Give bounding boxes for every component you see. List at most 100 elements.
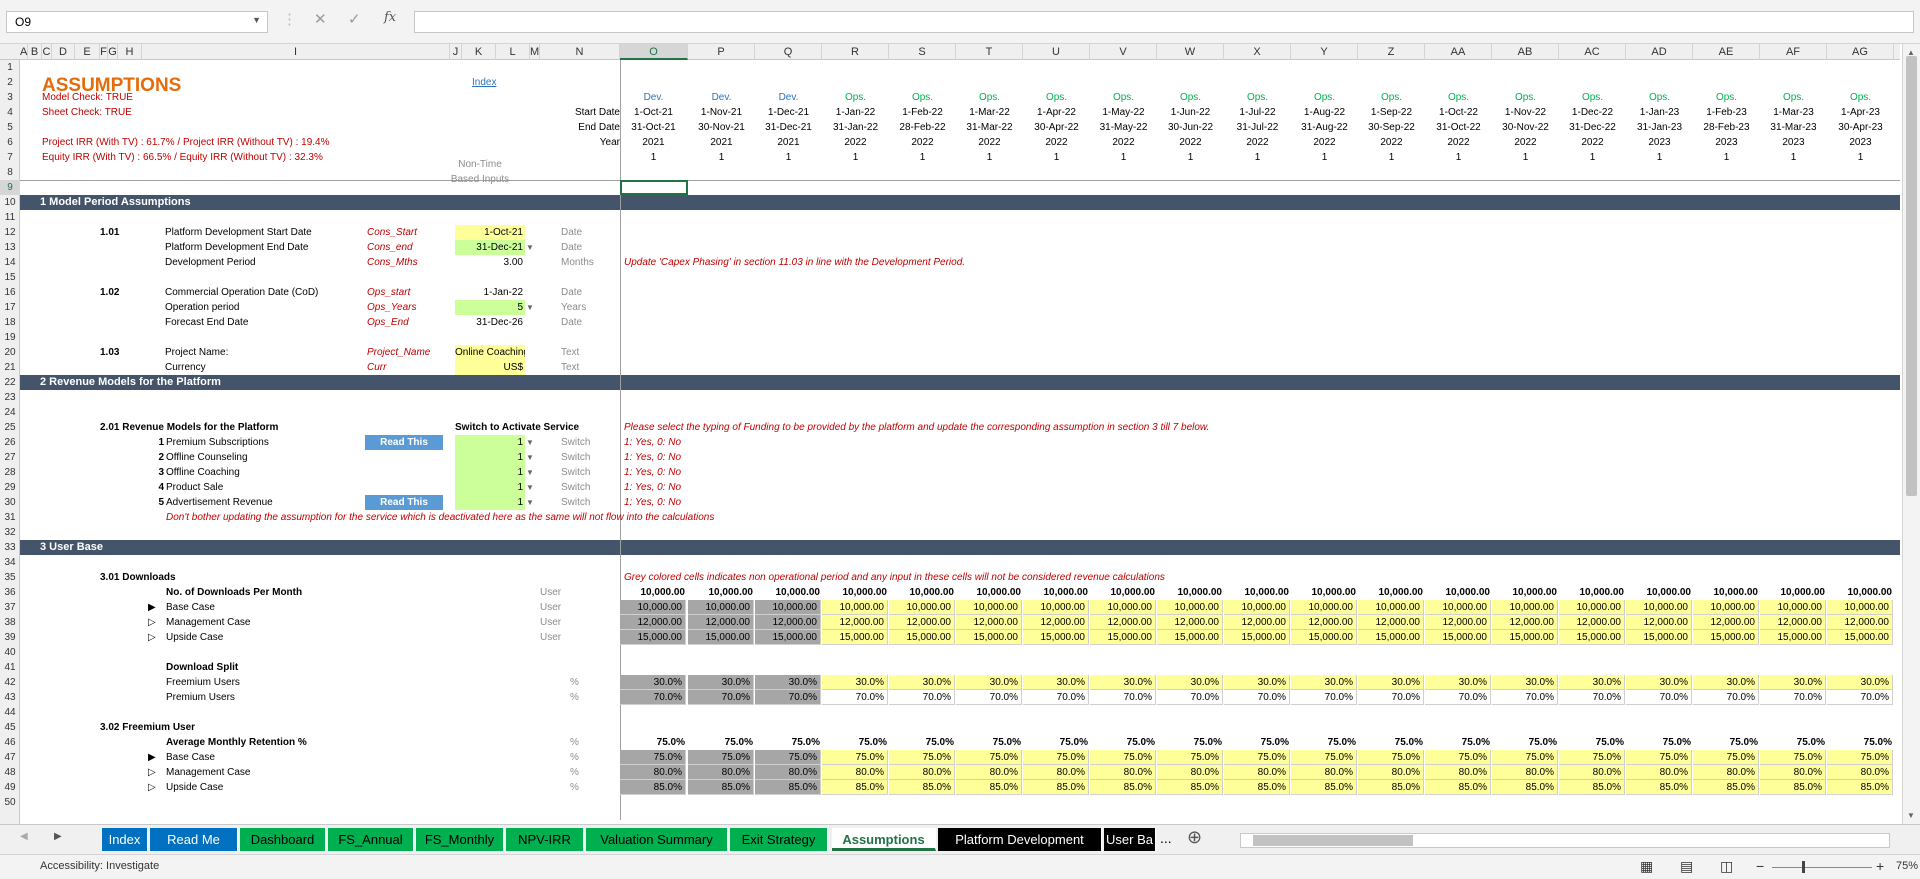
column-header[interactable]: V [1090, 44, 1157, 60]
case-input[interactable]: 10,000.00 [1827, 600, 1893, 615]
case-marker-icon[interactable]: ▶ [148, 600, 160, 615]
case-input[interactable]: 12,000.00 [1559, 615, 1625, 630]
retention-input[interactable]: 75.0% [620, 750, 686, 765]
row-header[interactable]: 40 [0, 645, 20, 660]
case-input[interactable]: 12,000.00 [822, 615, 888, 630]
retention-input[interactable]: 75.0% [822, 750, 888, 765]
retention-input[interactable]: 80.0% [1090, 765, 1156, 780]
row-header[interactable]: 48 [0, 765, 20, 780]
input-value[interactable]: 31-Dec-21 [455, 240, 525, 255]
column-header[interactable]: AA [1425, 44, 1492, 60]
retention-input[interactable]: 85.0% [1827, 780, 1893, 795]
case-input[interactable]: 10,000.00 [1358, 600, 1424, 615]
split-input[interactable]: 30.0% [620, 675, 686, 690]
retention-input[interactable]: 75.0% [1090, 750, 1156, 765]
dropdown-icon[interactable]: ▼ [526, 240, 536, 255]
sheet-tab[interactable]: Index [102, 828, 148, 851]
retention-input[interactable]: 75.0% [1425, 750, 1491, 765]
column-header[interactable]: X [1224, 44, 1291, 60]
row-header[interactable]: 12 [0, 225, 20, 240]
retention-input[interactable]: 85.0% [1693, 780, 1759, 795]
case-input[interactable]: 12,000.00 [1492, 615, 1558, 630]
case-input[interactable]: 15,000.00 [755, 630, 821, 645]
sheet-tab[interactable]: Read Me [150, 828, 238, 851]
input-value[interactable]: 1-Jan-22 [455, 285, 525, 300]
column-header[interactable]: B [28, 44, 42, 60]
active-cell[interactable] [620, 180, 688, 195]
row-header[interactable]: 9 [0, 180, 20, 195]
more-sheets[interactable]: ... [1160, 830, 1172, 846]
case-input[interactable]: 12,000.00 [1224, 615, 1290, 630]
retention-input[interactable]: 80.0% [1827, 765, 1893, 780]
retention-input[interactable]: 85.0% [1760, 780, 1826, 795]
row-header[interactable]: 29 [0, 480, 20, 495]
retention-input[interactable]: 75.0% [755, 750, 821, 765]
case-input[interactable]: 15,000.00 [1023, 630, 1089, 645]
switch-value[interactable]: 1 [455, 495, 525, 510]
case-input[interactable]: 15,000.00 [688, 630, 754, 645]
input-value[interactable]: 5 [455, 300, 525, 315]
case-input[interactable]: 12,000.00 [755, 615, 821, 630]
row-header[interactable]: 30 [0, 495, 20, 510]
retention-input[interactable]: 85.0% [1626, 780, 1692, 795]
column-header[interactable]: M [530, 44, 540, 60]
column-header[interactable]: C [42, 44, 52, 60]
retention-input[interactable]: 75.0% [956, 750, 1022, 765]
case-input[interactable]: 12,000.00 [1291, 615, 1357, 630]
row-header[interactable]: 23 [0, 390, 20, 405]
row-header[interactable]: 35 [0, 570, 20, 585]
case-input[interactable]: 12,000.00 [1827, 615, 1893, 630]
retention-input[interactable]: 85.0% [1559, 780, 1625, 795]
retention-input[interactable]: 75.0% [1827, 750, 1893, 765]
case-input[interactable]: 12,000.00 [889, 615, 955, 630]
row-header[interactable]: 6 [0, 135, 20, 150]
split-input[interactable]: 30.0% [1425, 675, 1491, 690]
retention-input[interactable]: 85.0% [956, 780, 1022, 795]
column-header[interactable]: G [108, 44, 118, 60]
prev-sheet-icon[interactable]: ◀ [20, 831, 28, 842]
case-input[interactable]: 15,000.00 [1760, 630, 1826, 645]
column-header[interactable]: U [1023, 44, 1090, 60]
row-header[interactable]: 39 [0, 630, 20, 645]
column-header[interactable]: I [142, 44, 450, 60]
row-header[interactable]: 25 [0, 420, 20, 435]
row-header[interactable]: 43 [0, 690, 20, 705]
switch-value[interactable]: 1 [455, 480, 525, 495]
split-input[interactable]: 30.0% [1358, 675, 1424, 690]
retention-input[interactable]: 80.0% [1559, 765, 1625, 780]
column-header[interactable]: K [462, 44, 496, 60]
split-input[interactable]: 30.0% [1559, 675, 1625, 690]
chevron-down-icon[interactable]: ▼ [252, 15, 261, 25]
case-input[interactable]: 15,000.00 [1425, 630, 1491, 645]
split-input[interactable]: 30.0% [1827, 675, 1893, 690]
retention-input[interactable]: 75.0% [1224, 750, 1290, 765]
sheet-tab[interactable]: FS_Monthly [416, 828, 504, 851]
dropdown-icon[interactable]: ▼ [526, 300, 536, 315]
column-header[interactable]: T [956, 44, 1023, 60]
split-input[interactable]: 30.0% [1023, 675, 1089, 690]
case-marker-icon[interactable]: ▶ [148, 750, 160, 765]
dropdown-icon[interactable]: ▼ [526, 450, 536, 465]
formula-input[interactable] [414, 11, 1914, 33]
row-header[interactable]: 19 [0, 330, 20, 345]
split-input[interactable]: 30.0% [1760, 675, 1826, 690]
case-input[interactable]: 15,000.00 [1157, 630, 1223, 645]
case-input[interactable]: 10,000.00 [1291, 600, 1357, 615]
case-input[interactable]: 12,000.00 [1760, 615, 1826, 630]
column-header[interactable]: Y [1291, 44, 1358, 60]
case-input[interactable]: 10,000.00 [1090, 600, 1156, 615]
column-header[interactable]: P [688, 44, 755, 60]
case-marker-icon[interactable]: ▷ [148, 630, 160, 645]
row-header[interactable]: 7 [0, 150, 20, 165]
split-input[interactable]: 30.0% [688, 675, 754, 690]
retention-input[interactable]: 80.0% [1760, 765, 1826, 780]
switch-value[interactable]: 1 [455, 435, 525, 450]
row-header[interactable]: 27 [0, 450, 20, 465]
case-input[interactable]: 15,000.00 [1827, 630, 1893, 645]
retention-input[interactable]: 80.0% [1291, 765, 1357, 780]
case-input[interactable]: 10,000.00 [620, 600, 686, 615]
row-header[interactable]: 28 [0, 465, 20, 480]
case-input[interactable]: 12,000.00 [1425, 615, 1491, 630]
retention-input[interactable]: 80.0% [1492, 765, 1558, 780]
row-header[interactable]: 17 [0, 300, 20, 315]
